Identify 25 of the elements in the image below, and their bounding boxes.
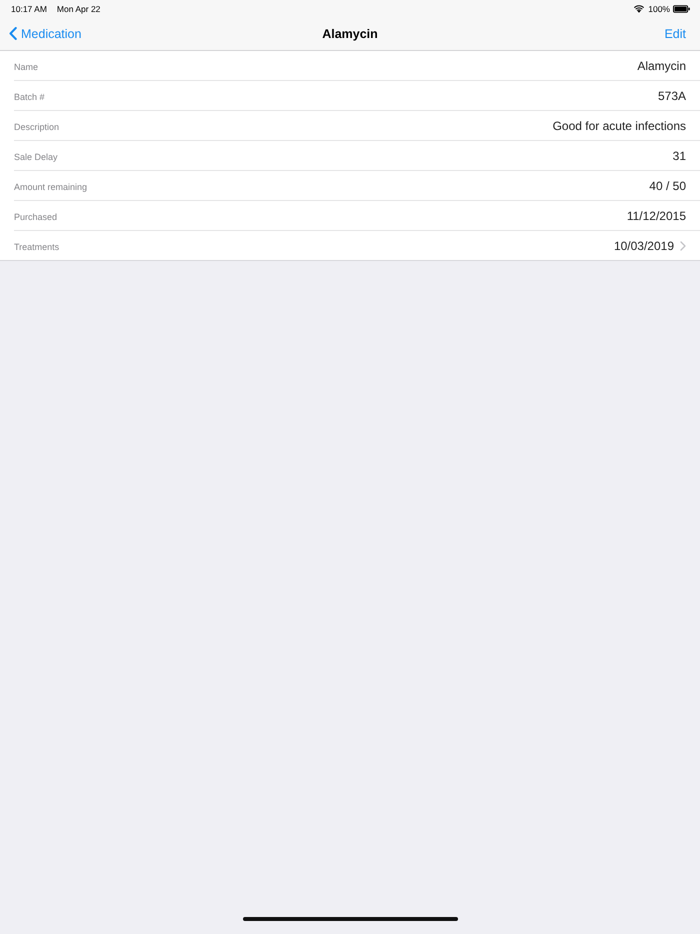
- field-label: Sale Delay: [14, 151, 58, 162]
- field-value: 10/03/2019: [614, 238, 674, 252]
- status-time: 10:17 AM: [11, 4, 47, 14]
- field-value: Good for acute infections: [552, 118, 686, 132]
- chevron-left-icon: [9, 27, 17, 40]
- screen-title: Alamycin: [322, 26, 378, 40]
- chevron-right-icon: [680, 240, 686, 250]
- field-label: Treatments: [14, 241, 60, 252]
- field-value: Alamycin: [637, 58, 686, 72]
- field-value: 11/12/2015: [626, 208, 686, 222]
- field-label: Batch #: [14, 91, 45, 102]
- back-button[interactable]: Medication: [9, 26, 82, 40]
- battery-percent: 100%: [648, 4, 670, 14]
- edit-button[interactable]: Edit: [664, 26, 686, 40]
- field-value: 573A: [658, 88, 686, 102]
- battery-icon: [673, 4, 690, 12]
- field-value: 31: [672, 148, 686, 162]
- field-label: Name: [14, 61, 38, 72]
- field-label: Description: [14, 121, 60, 132]
- field-label: Purchased: [14, 211, 58, 222]
- detail-row-link[interactable]: Treatments 10/03/2019: [14, 231, 700, 260]
- wifi-icon: [634, 4, 644, 12]
- field-value: 40 / 50: [649, 178, 686, 192]
- field-label: Amount remaining: [14, 181, 88, 192]
- status-date: Mon Apr 22: [56, 4, 100, 14]
